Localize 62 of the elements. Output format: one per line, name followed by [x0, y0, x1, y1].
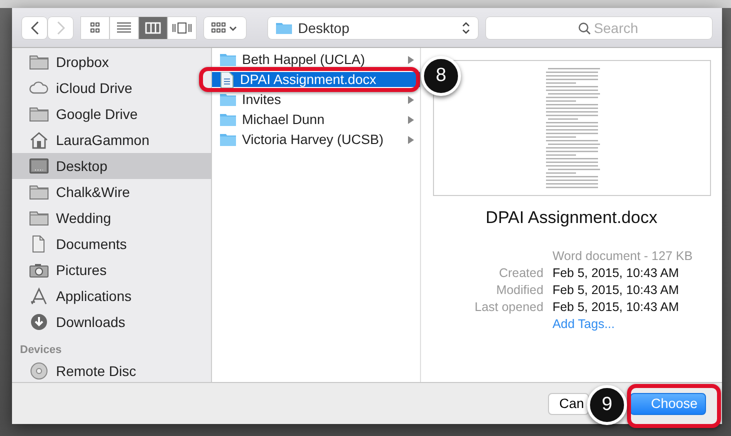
- disclosure-arrow-icon: [408, 96, 414, 104]
- sidebar-item[interactable]: iCloud Drive: [12, 75, 211, 101]
- folder-icon: [220, 113, 236, 126]
- file-kind-size: Word document - 127 KB: [552, 248, 693, 264]
- folder-icon: [29, 183, 49, 201]
- sidebar-item[interactable]: Remote Disc: [12, 358, 211, 382]
- sidebar-item[interactable]: Wedding: [12, 205, 211, 231]
- icons-view-button[interactable]: [81, 16, 109, 38]
- field-value: Feb 5, 2015, 10:43 AM: [552, 299, 680, 315]
- sidebar-item[interactable]: Chalk&Wire: [12, 179, 211, 205]
- folder-icon: [276, 21, 292, 34]
- columns-view-button[interactable]: [139, 16, 167, 38]
- sidebar-item[interactable]: LauraGammon: [12, 127, 211, 153]
- disclosure-arrow-icon: [408, 136, 414, 144]
- disclosure-arrow-icon: [408, 56, 414, 64]
- coverflow-view-button[interactable]: [168, 16, 196, 38]
- folder-icon: [220, 133, 236, 146]
- search-icon: [578, 22, 591, 34]
- sidebar-item[interactable]: Downloads: [12, 309, 211, 335]
- field-label: Modified: [495, 282, 544, 298]
- file-row[interactable]: Beth Happel (UCLA): [212, 52, 420, 67]
- sidebar-item[interactable]: Pictures: [12, 257, 211, 283]
- search-field[interactable]: Search: [486, 16, 712, 38]
- columns-view-icon: [143, 22, 163, 34]
- download-icon: [29, 313, 49, 331]
- list-view-icon: [114, 22, 134, 34]
- list-view-button[interactable]: [110, 16, 138, 38]
- coverflow-view-icon: [172, 22, 192, 34]
- sidebar-item[interactable]: Google Drive: [12, 101, 211, 127]
- desktop-icon: [29, 157, 49, 175]
- sidebar-item[interactable]: Documents: [12, 231, 211, 257]
- file-name: DPAI Assignment.docx: [486, 208, 658, 228]
- apps-icon: [29, 287, 49, 305]
- arrange-button[interactable]: [204, 16, 246, 38]
- up-down-arrows-icon: [462, 20, 470, 34]
- cancel-button[interactable]: Can: [548, 392, 589, 414]
- file-row[interactable]: Victoria Harvey (UCSB): [212, 132, 420, 147]
- home-icon: [29, 131, 49, 149]
- field-value: Feb 5, 2015, 10:43 AM: [552, 265, 680, 281]
- file-row[interactable]: Michael Dunn: [212, 112, 420, 127]
- file-row[interactable]: DPAI Assignment.docx: [212, 72, 420, 87]
- section-heading: Devices: [19, 343, 63, 358]
- disclosure-arrow-icon: [408, 116, 414, 124]
- field-value: Feb 5, 2015, 10:43 AM: [552, 282, 680, 298]
- forward-chevron-icon: [56, 20, 64, 34]
- back-button[interactable]: [22, 16, 47, 38]
- back-chevron-icon: [30, 20, 38, 34]
- location-dropdown[interactable]: Desktop: [268, 16, 478, 38]
- folder-icon: [220, 93, 236, 106]
- folder-icon: [29, 105, 49, 123]
- sidebar-item[interactable]: Desktop: [12, 153, 211, 179]
- file-row[interactable]: Invites: [212, 92, 420, 107]
- folder-icon: [220, 53, 236, 66]
- folder-icon: [29, 209, 49, 227]
- camera-icon: [29, 261, 49, 279]
- sidebar-item[interactable]: Applications: [12, 283, 211, 309]
- document-icon: [220, 72, 234, 88]
- grid-dropdown-icon: [211, 22, 239, 34]
- folder-icon: [29, 53, 49, 71]
- field-label: Created: [498, 265, 544, 281]
- sidebar-item[interactable]: Dropbox: [12, 49, 211, 75]
- field-label: Last opened: [474, 299, 544, 315]
